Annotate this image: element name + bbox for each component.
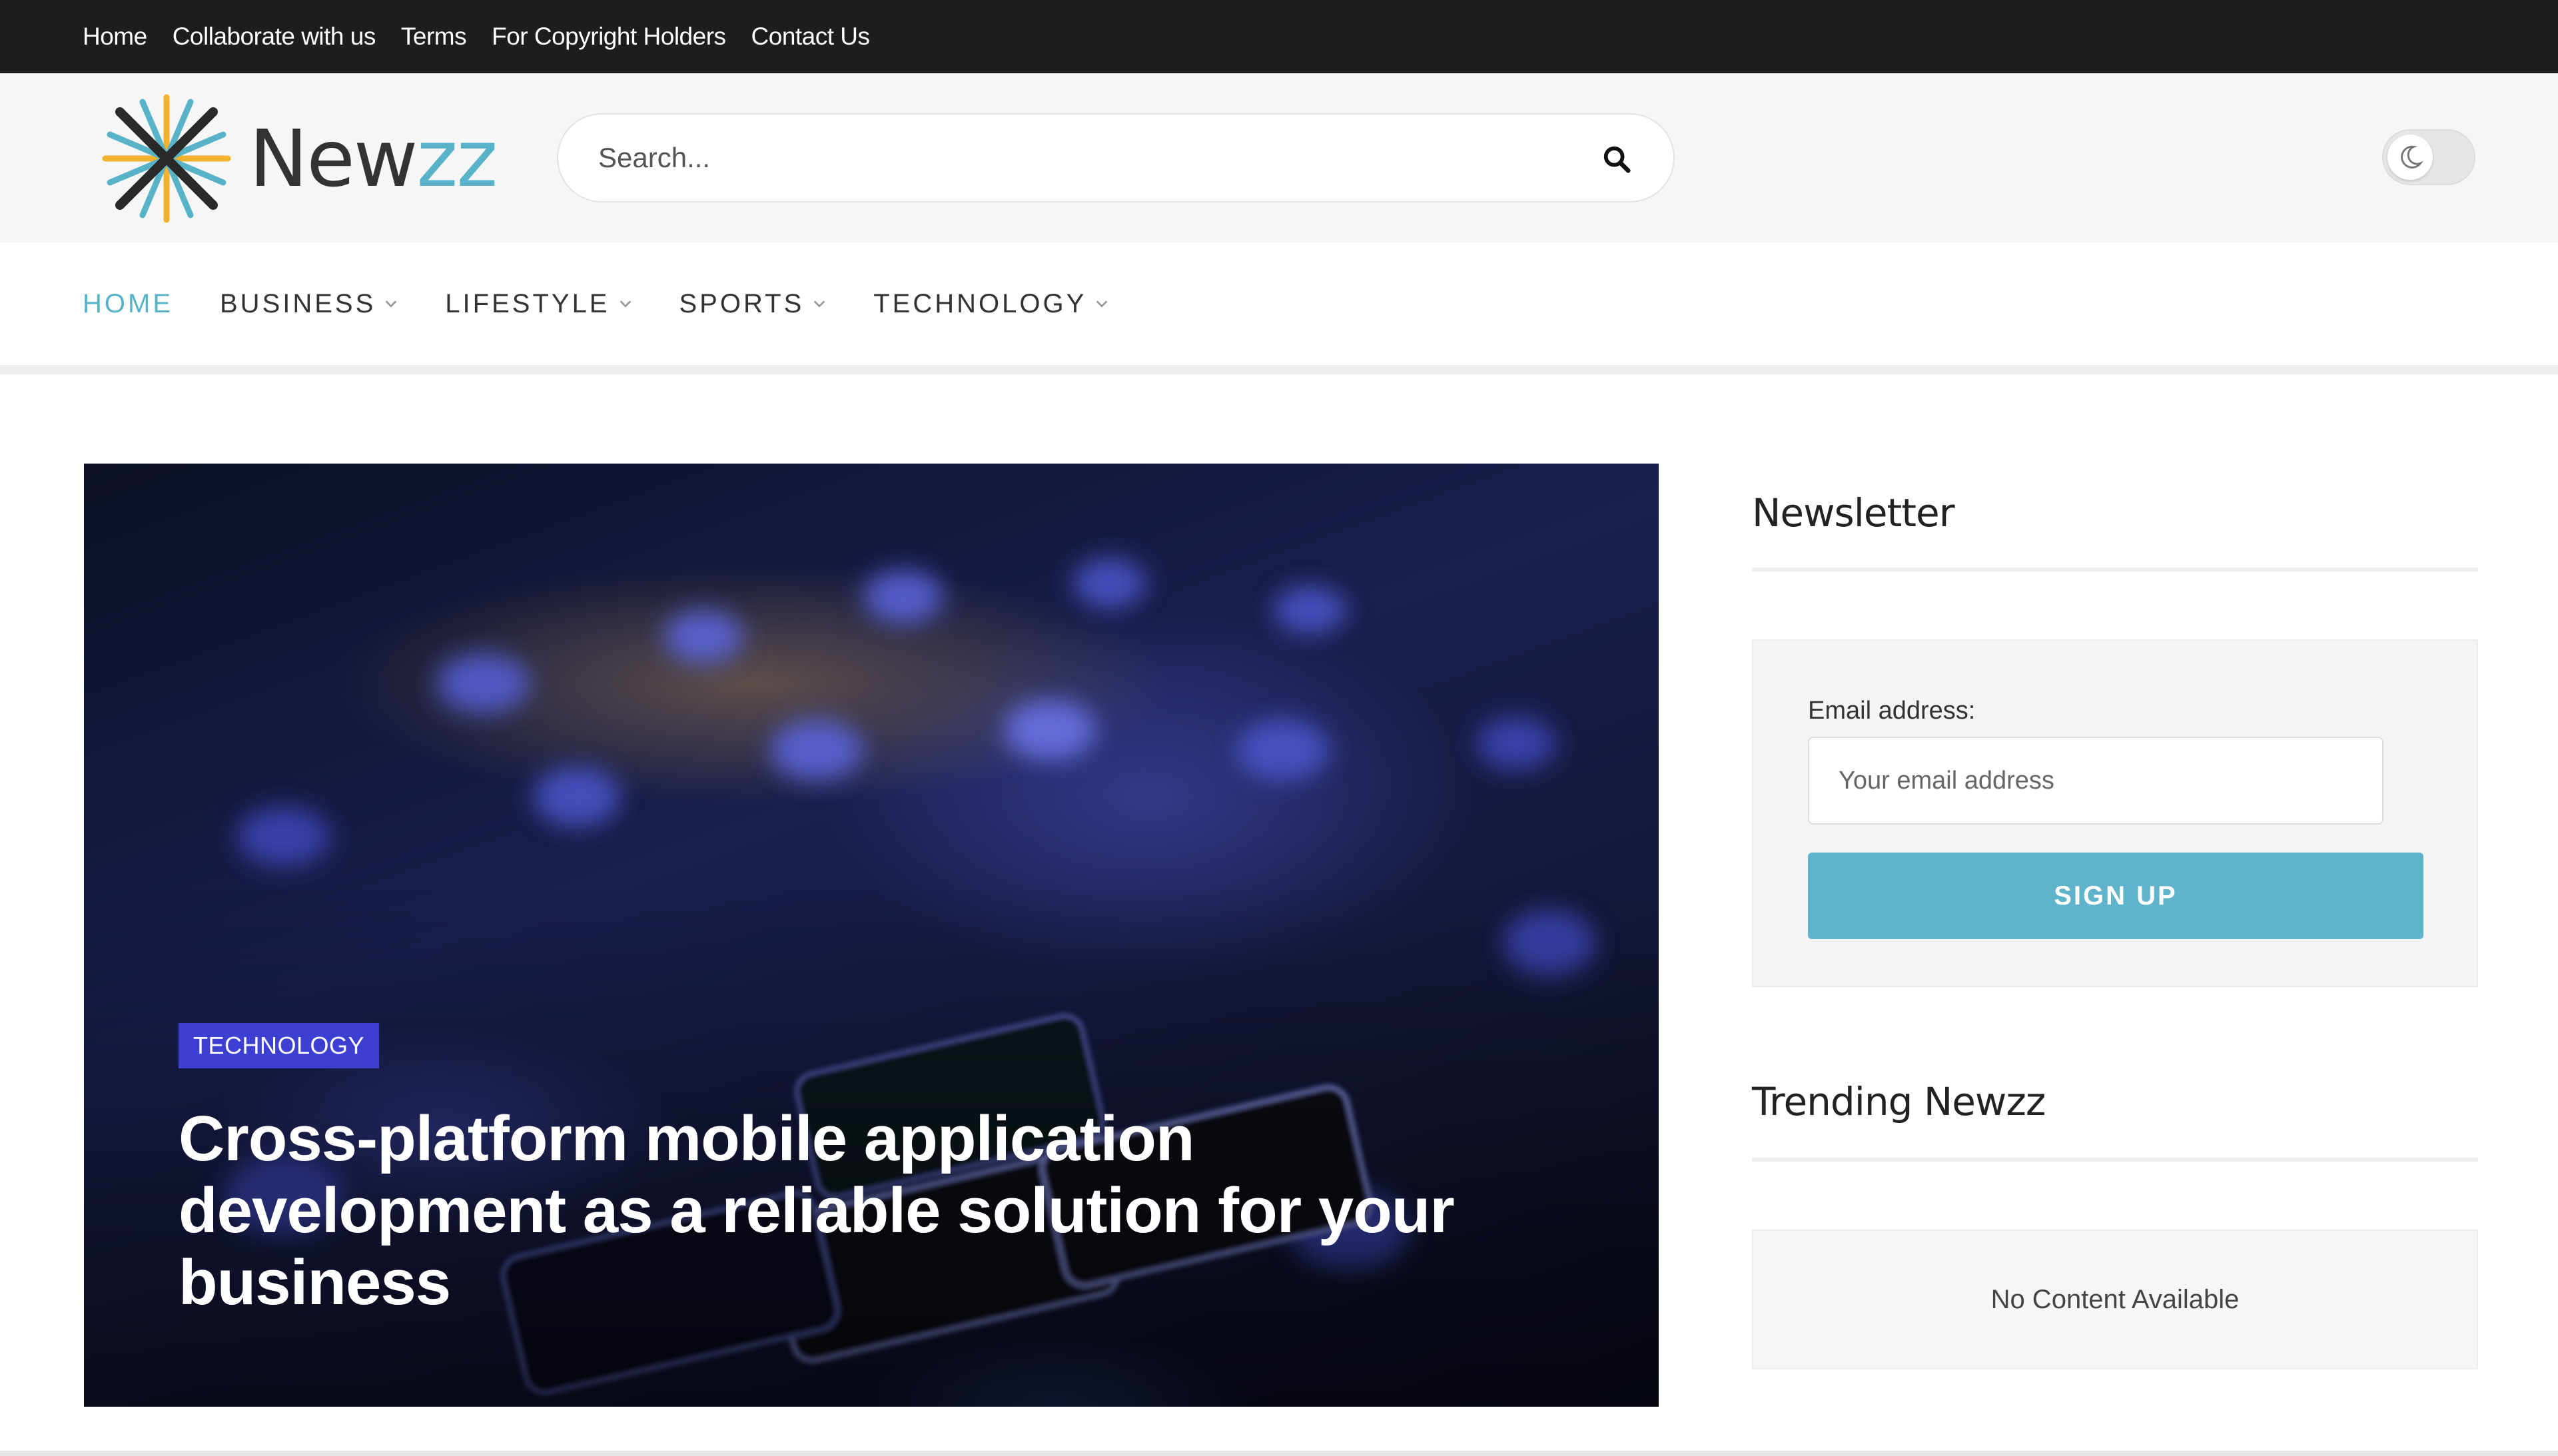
top-bar: Home Collaborate with us Terms For Copyr…: [0, 0, 2558, 73]
chevron-down-icon: [1096, 300, 1108, 308]
top-link-collaborate[interactable]: Collaborate with us: [173, 23, 376, 51]
trending-list: No Content Available: [1752, 1230, 2478, 1369]
nav-item-lifestyle[interactable]: LIFESTYLE: [445, 289, 632, 319]
nav-item-label: TECHNOLOGY: [873, 288, 1087, 318]
logo-burst-icon: [102, 94, 231, 223]
top-link-contact[interactable]: Contact Us: [751, 23, 871, 51]
search-bar: [557, 113, 1675, 202]
site-header: Newzz: [0, 73, 2558, 242]
newsletter-form: Email address: SIGN UP: [1752, 639, 2478, 987]
top-link-terms[interactable]: Terms: [401, 23, 467, 51]
nav-item-label: LIFESTYLE: [445, 288, 610, 318]
search-icon[interactable]: [1601, 144, 1632, 175]
newsletter-title: Newsletter: [1752, 490, 1955, 536]
dark-mode-toggle[interactable]: [2382, 129, 2475, 185]
nav-item-home[interactable]: HOME: [83, 289, 173, 319]
trending-title: Trending Newzz: [1752, 1079, 2046, 1124]
nav-item-label: HOME: [83, 288, 173, 318]
email-label: Email address:: [1808, 697, 1976, 725]
nav-item-business[interactable]: BUSINESS: [220, 289, 398, 319]
trending-divider: [1752, 1158, 2478, 1162]
category-badge[interactable]: TECHNOLOGY: [179, 1023, 380, 1068]
article-title[interactable]: Cross-platform mobile application develo…: [179, 1103, 1591, 1319]
moon-icon: [2401, 145, 2423, 169]
main-nav: HOME BUSINESS LIFESTYLE SPORTS TECHNOLOG…: [0, 242, 2558, 374]
chevron-down-icon: [385, 300, 397, 308]
email-field[interactable]: [1808, 737, 2383, 825]
top-link-copyright[interactable]: For Copyright Holders: [492, 23, 726, 51]
logo-wordmark: Newzz: [249, 113, 498, 204]
nav-item-label: BUSINESS: [220, 288, 376, 318]
empty-state-text: No Content Available: [1990, 1284, 2240, 1314]
newsletter-divider: [1752, 567, 2478, 571]
search-input[interactable]: [598, 115, 1564, 201]
page-bottom-divider: [0, 1451, 2558, 1456]
chevron-down-icon: [813, 300, 825, 308]
nav-item-label: SPORTS: [679, 288, 805, 318]
top-links: Home Collaborate with us Terms For Copyr…: [83, 0, 870, 73]
nav-item-sports[interactable]: SPORTS: [679, 289, 827, 319]
site-logo[interactable]: Newzz: [93, 85, 498, 232]
chevron-down-icon: [620, 300, 631, 308]
top-link-home[interactable]: Home: [83, 23, 147, 51]
signup-button[interactable]: SIGN UP: [1808, 853, 2423, 939]
featured-article[interactable]: TECHNOLOGY Cross-platform mobile applica…: [84, 464, 1659, 1407]
toggle-knob: [2387, 135, 2433, 180]
nav-item-technology[interactable]: TECHNOLOGY: [873, 289, 1109, 319]
